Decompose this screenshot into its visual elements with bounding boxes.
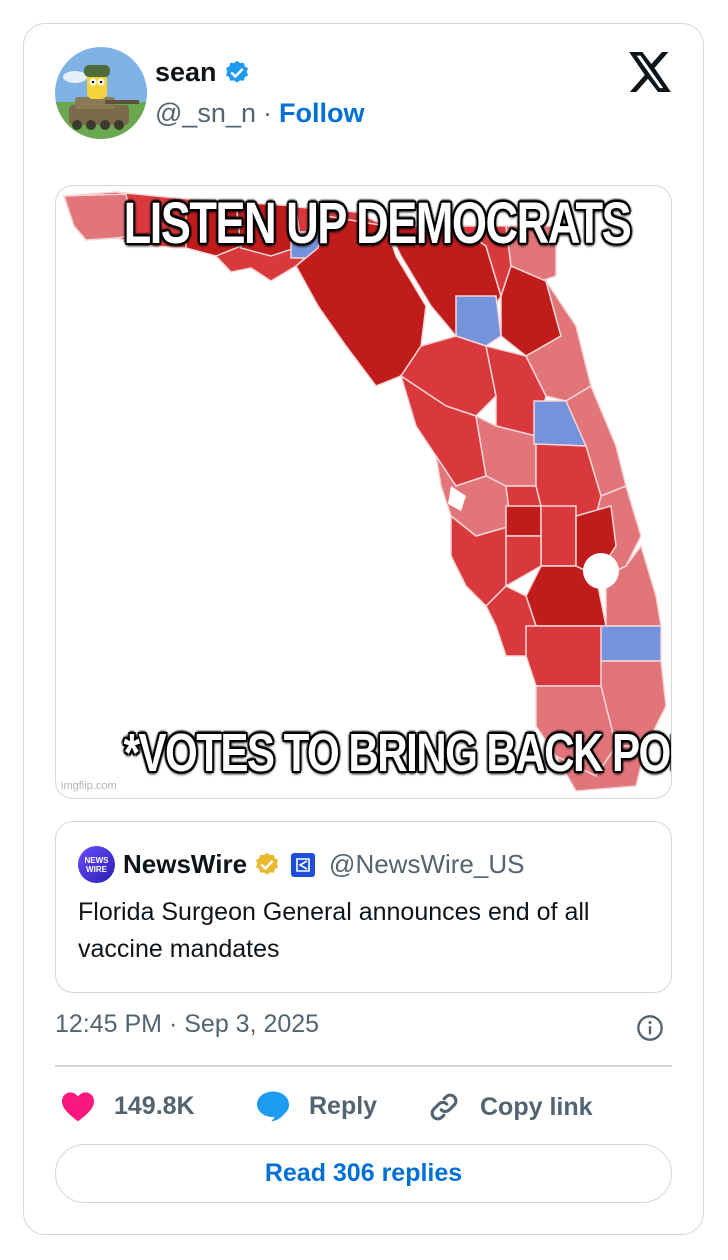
gold-verified-badge-icon (255, 852, 279, 875)
copy-link-label: Copy link (480, 1092, 593, 1121)
newswire-avatar[interactable]: NEWS WIRE (78, 846, 115, 883)
meme-top-caption: LISTEN UP DEMOCRATS (123, 191, 632, 256)
avatar[interactable] (55, 47, 147, 139)
verified-badge-icon (225, 60, 248, 83)
like-count: 149.8K (114, 1091, 195, 1120)
quoted-tweet[interactable]: NEWS WIRE NewsWire @NewsWire_US Florida … (55, 821, 672, 993)
affiliate-badge-icon (291, 852, 316, 877)
imgflip-watermark: imgflip.com (61, 780, 117, 792)
speech-bubble-icon (257, 1091, 289, 1122)
separator-dot: · (168, 1010, 178, 1038)
follow-button[interactable]: Follow (279, 98, 364, 129)
x-logo-icon[interactable] (629, 52, 671, 92)
timestamp-time: 12:45 PM (55, 1010, 163, 1038)
florida-county-map (62, 191, 667, 792)
link-icon (430, 1093, 458, 1121)
tweet-card: sean @_sn_n · Follow LISTEN UP DEMOCRATS… (23, 23, 704, 1235)
quoted-author-name[interactable]: NewsWire (123, 849, 247, 880)
meme-image[interactable]: LISTEN UP DEMOCRATS *VOTES TO BRING BACK… (55, 185, 672, 799)
heart-icon (62, 1092, 94, 1122)
read-replies-button[interactable]: Read 306 replies (55, 1144, 672, 1203)
copy-link-button[interactable]: Copy link (426, 1090, 593, 1124)
quoted-tweet-text: Florida Surgeon General announces end of… (78, 898, 590, 963)
author-handle[interactable]: @_sn_n (155, 98, 256, 129)
like-button[interactable]: 149.8K (60, 1090, 195, 1122)
author-name[interactable]: sean (155, 57, 217, 88)
separator-dot: · (262, 98, 272, 128)
reply-label: Reply (309, 1091, 378, 1120)
reply-button[interactable]: Reply (255, 1090, 377, 1122)
timestamp-date: Sep 3, 2025 (184, 1010, 320, 1038)
tweet-timestamp[interactable]: 12:45 PM · Sep 3, 2025 (55, 1010, 319, 1039)
info-icon[interactable] (636, 1014, 664, 1042)
divider (55, 1065, 672, 1067)
quoted-author-handle[interactable]: @NewsWire_US (329, 849, 524, 880)
meme-bottom-caption: *VOTES TO BRING BACK POLIO* (123, 723, 671, 783)
